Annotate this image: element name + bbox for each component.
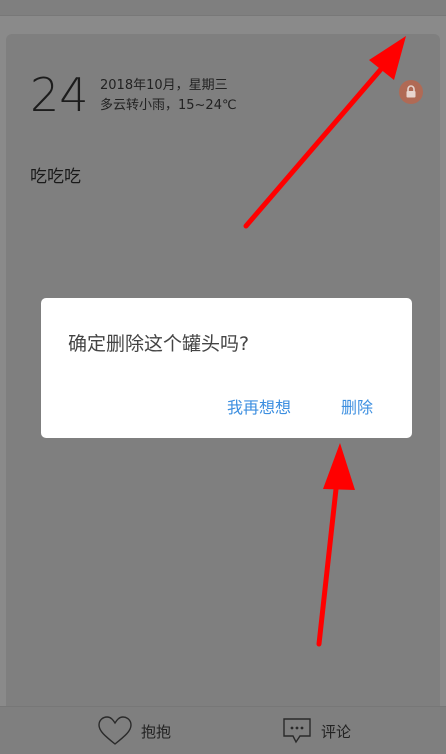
delete-confirm-dialog: 确定删除这个罐头吗? 我再想想 删除 — [41, 298, 412, 438]
hug-button[interactable]: 抱抱 — [97, 716, 171, 746]
entry-day: 24 — [30, 68, 89, 122]
comment-label: 评论 — [321, 722, 352, 741]
heart-icon — [98, 716, 132, 745]
entry-weather: 多云转小雨，15~24℃ — [100, 98, 237, 113]
dialog-message: 确定删除这个罐头吗? — [68, 333, 250, 355]
hug-label: 抱抱 — [141, 722, 172, 741]
entry-text: 吃吃吃 — [30, 167, 81, 187]
entry-date: 2018年10月，星期三 — [100, 78, 228, 93]
comment-icon — [283, 718, 311, 744]
cancel-button[interactable]: 我再想想 — [227, 394, 291, 418]
lock-icon[interactable] — [399, 80, 423, 104]
delete-button[interactable]: 删除 — [341, 394, 373, 418]
bottom-bar — [0, 706, 446, 754]
comment-button[interactable]: 评论 — [281, 716, 351, 746]
top-strip — [0, 0, 446, 16]
